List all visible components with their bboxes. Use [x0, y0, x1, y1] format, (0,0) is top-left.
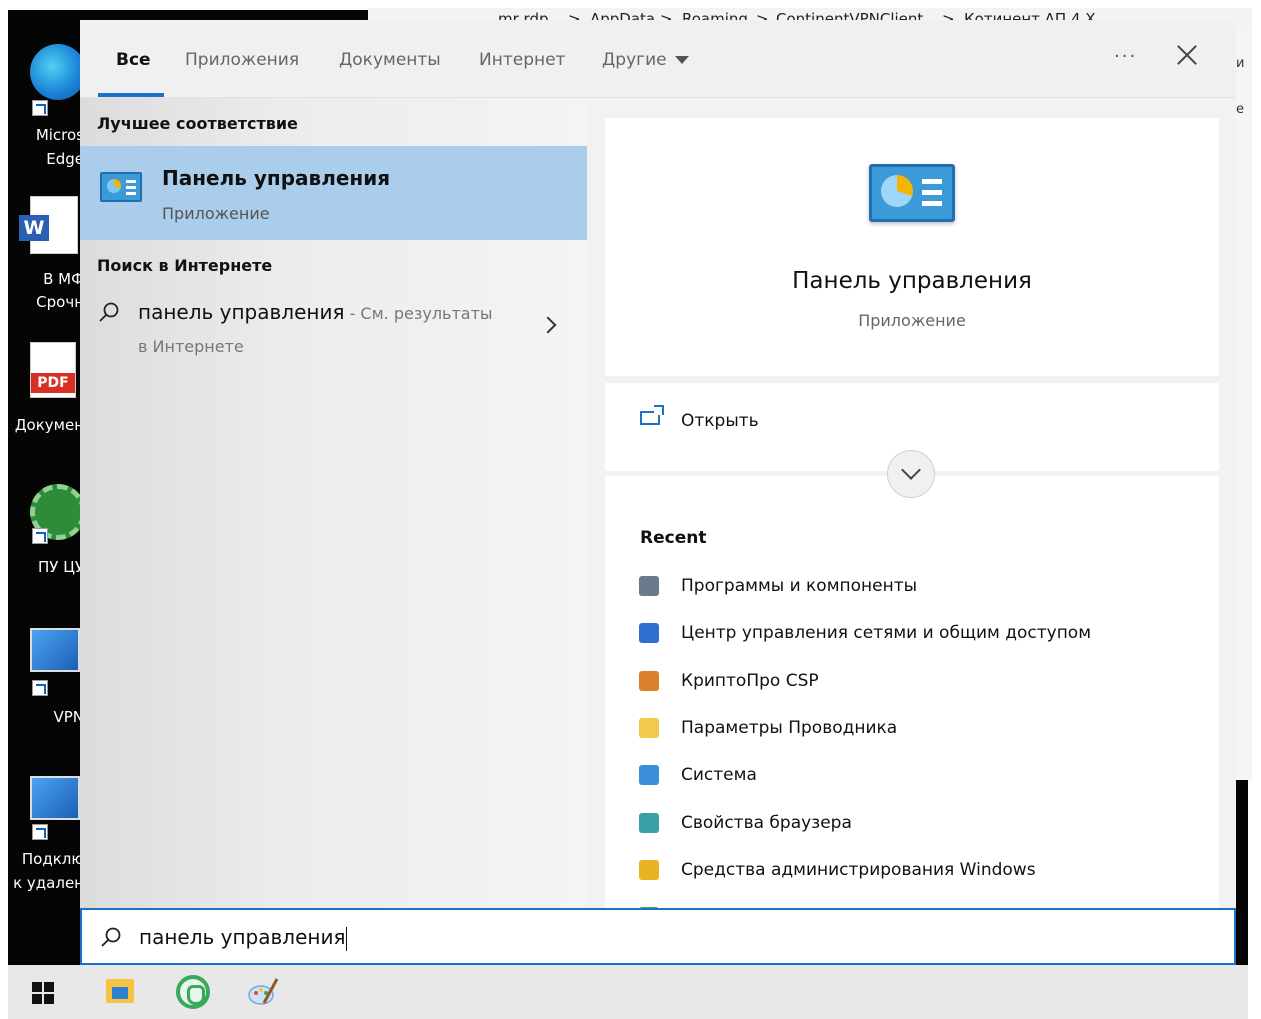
explorer-fragment: и: [1236, 56, 1245, 71]
control-panel-icon: [100, 172, 142, 202]
recent-item[interactable]: Средства администрирования Windows: [637, 856, 1197, 892]
desktop-icon-label: Micros: [35, 126, 84, 144]
web-search-result[interactable]: панель управления - См. результаты в Инт…: [80, 293, 587, 363]
desktop-icon-label: ПУ ЦУ: [38, 558, 84, 576]
best-match-heading: Лучшее соответствие: [97, 114, 298, 133]
explorer-fragment: е: [1236, 102, 1244, 117]
web-search-query: панель управления: [138, 300, 345, 324]
recent-item[interactable]: КриптоПро CSP: [637, 667, 1197, 703]
desktop-icon-label: VPN: [53, 708, 84, 726]
preview-pane: Панель управления Приложение Открыть Rec…: [605, 118, 1219, 908]
tab-all[interactable]: Все: [116, 50, 151, 70]
recent-item-label: КриптоПро CSP: [681, 670, 819, 691]
word-badge: W: [19, 215, 49, 241]
tab-other-label: Другие: [602, 50, 667, 70]
system-icon: [639, 765, 659, 786]
search-tabs: Все Приложения Документы Интернет Другие…: [80, 20, 1236, 98]
results-list: Лучшее соответствие Панель управления Пр…: [80, 98, 587, 908]
file-explorer-icon[interactable]: [106, 979, 134, 1003]
search-input[interactable]: панель управления: [139, 925, 348, 951]
desktop-icon-vpn[interactable]: VPN: [8, 628, 84, 738]
pdf-badge: PDF: [31, 373, 75, 393]
preview-header: Панель управления Приложение: [605, 118, 1219, 376]
desktop-icon-remote-connect[interactable]: Подклю к удален: [8, 776, 84, 906]
recent-item[interactable]: Свойства браузера: [637, 809, 1197, 845]
web-search-text: панель управления - См. результаты: [138, 300, 493, 324]
best-match-type: Приложение: [162, 204, 270, 223]
folder-options-icon: [639, 717, 659, 738]
browser-properties-icon: [639, 812, 659, 833]
control-panel-large-icon: [869, 164, 955, 222]
search-box[interactable]: панель управления: [80, 908, 1236, 965]
shortcut-arrow-icon: [32, 100, 48, 116]
recent-item[interactable]: Система: [637, 761, 1197, 797]
shortcut-arrow-icon: [32, 824, 48, 840]
dropdown-caret-icon: [674, 56, 689, 64]
tab-other[interactable]: Другие: [602, 50, 689, 70]
explorer-window-edge: и е: [1236, 30, 1252, 780]
web-search-suffix: - См. результаты: [344, 304, 493, 323]
recent-item-label: Параметры Проводника: [681, 717, 898, 738]
network-icon: [639, 623, 659, 644]
computer-network-icon: [30, 628, 80, 672]
desktop-icon-label: к удален: [13, 874, 84, 892]
tab-apps[interactable]: Приложения: [185, 50, 299, 70]
shortcut-arrow-icon: [32, 680, 48, 696]
desktop-icon-label: Докумен: [14, 416, 84, 434]
expand-button[interactable]: [887, 450, 935, 498]
preview-title: Панель управления: [792, 268, 1032, 294]
shortcut-arrow-icon: [32, 528, 48, 544]
desktop-icon-word-doc[interactable]: W В МФ Срочн: [8, 196, 84, 316]
recent-item-label: Средства администрирования Windows: [681, 859, 1036, 880]
recent-item-label: Свойства браузера: [681, 812, 852, 833]
recent-section: Recent Программы и компоненты Центр управ…: [605, 476, 1219, 908]
best-match-result[interactable]: Панель управления Приложение: [80, 146, 587, 240]
open-icon: [640, 405, 664, 425]
desktop-icon-pu-cu[interactable]: ПУ ЦУ: [8, 484, 86, 594]
programs-icon: [639, 576, 659, 596]
more-options-button[interactable]: ···: [1114, 46, 1137, 67]
pdf-document-icon: PDF: [30, 342, 76, 398]
cryptopro-icon: [639, 670, 659, 691]
best-match-name: Панель управления: [162, 166, 391, 190]
recent-heading: Recent: [640, 528, 707, 548]
close-button[interactable]: [1172, 40, 1202, 70]
vpn-shield-icon[interactable]: [176, 975, 210, 1009]
taskbar: [8, 965, 1248, 1019]
open-label: Открыть: [681, 411, 759, 431]
search-input-value: панель управления: [139, 925, 346, 949]
desktop-icon-label: В МФ: [43, 270, 84, 288]
active-tab-indicator: [98, 93, 164, 97]
recent-item-label: Система: [681, 765, 757, 786]
web-search-line2: в Интернете: [138, 337, 244, 356]
edge-icon: [30, 44, 86, 100]
search-icon: [101, 927, 121, 947]
recent-item-label: Программы и компоненты: [681, 576, 918, 596]
text-caret: [346, 926, 348, 951]
desktop-icon-label: Подклю: [21, 850, 84, 868]
desktop-icon-label: Edge: [46, 150, 84, 168]
desktop-icon-label: Срочн: [36, 293, 84, 311]
recent-item[interactable]: Программы и компоненты: [637, 572, 1197, 608]
word-document-icon: W: [19, 196, 78, 254]
search-panel: Все Приложения Документы Интернет Другие…: [80, 20, 1236, 908]
remote-desktop-icon: [30, 776, 80, 820]
windows-start-button[interactable]: [32, 982, 54, 1004]
chevron-right-icon[interactable]: [539, 316, 557, 334]
desktop-icon-pdf[interactable]: PDF Докумен: [8, 342, 84, 452]
recent-item-label: Центр управления сетями и общим доступом: [681, 623, 1092, 644]
recent-item[interactable]: Параметры Проводника: [637, 714, 1197, 750]
paint-brush-icon[interactable]: [246, 975, 280, 1009]
web-search-heading: Поиск в Интернете: [97, 256, 273, 275]
desktop-icon-edge[interactable]: Micros Edge: [8, 44, 86, 184]
recent-item[interactable]: Центр управления сетями и общим доступом: [637, 619, 1197, 655]
preview-subtitle: Приложение: [858, 311, 966, 330]
tab-documents[interactable]: Документы: [339, 50, 441, 70]
admin-tools-icon: [639, 859, 659, 880]
search-icon: [99, 302, 119, 322]
tab-internet[interactable]: Интернет: [479, 50, 565, 70]
